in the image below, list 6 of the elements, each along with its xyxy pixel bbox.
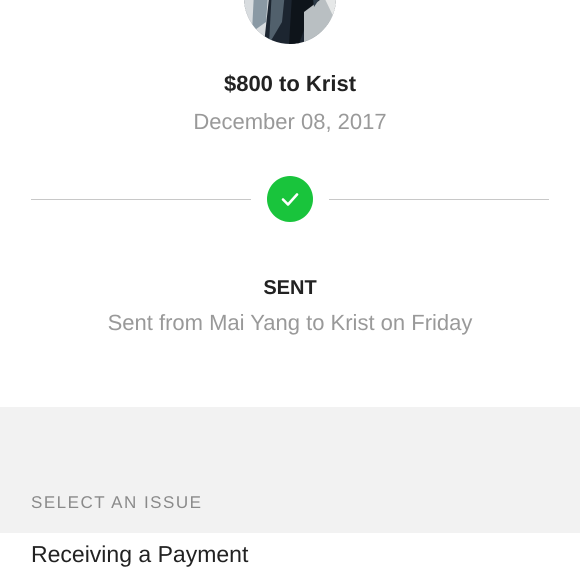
payment-date: December 08, 2017: [192, 108, 388, 136]
status-label: SENT: [262, 276, 318, 301]
payment-title: $800 to Krist: [222, 70, 358, 98]
status-detail: Sent from Mai Yang to Krist on Friday: [106, 309, 474, 337]
issue-item[interactable]: Receiving a Payment: [0, 533, 580, 572]
section-header: SELECT AN ISSUE: [31, 493, 202, 513]
